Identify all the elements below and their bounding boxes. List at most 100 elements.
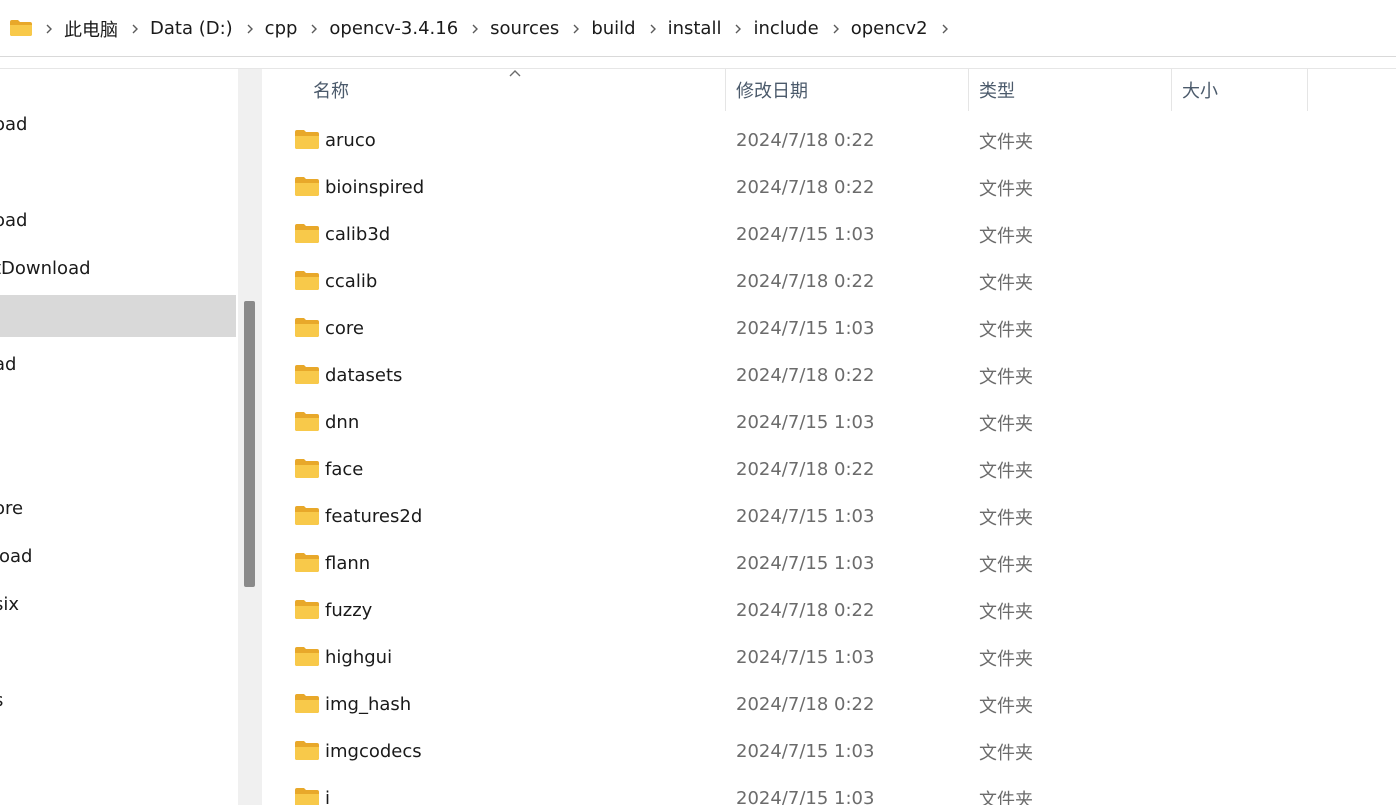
file-modified-date: 2024/7/15 1:03 xyxy=(736,412,875,433)
file-type: 文件夹 xyxy=(979,648,1033,670)
file-name: ccalib xyxy=(325,271,378,292)
chevron-right-icon[interactable] xyxy=(126,0,144,57)
file-row[interactable]: face 2024/7/18 0:22 文件夹 xyxy=(262,446,1396,493)
folder-icon xyxy=(295,130,319,149)
file-row[interactable]: i 2024/7/15 1:03 文件夹 xyxy=(262,775,1396,805)
sort-ascending-icon xyxy=(509,70,521,77)
file-row[interactable]: calib3d 2024/7/15 1:03 文件夹 xyxy=(262,211,1396,258)
file-type: 文件夹 xyxy=(979,554,1033,576)
file-row[interactable]: bioinspired 2024/7/18 0:22 文件夹 xyxy=(262,164,1396,211)
folder-icon xyxy=(295,271,319,290)
file-row[interactable]: flann 2024/7/15 1:03 文件夹 xyxy=(262,540,1396,587)
breadcrumb-item[interactable]: include xyxy=(747,18,826,39)
file-name: calib3d xyxy=(325,224,391,245)
nav-scrollbar-thumb[interactable] xyxy=(244,301,255,587)
file-type: 文件夹 xyxy=(979,178,1033,200)
file-type: 文件夹 xyxy=(979,272,1033,294)
nav-item[interactable]: tDownload xyxy=(0,247,236,289)
file-type: 文件夹 xyxy=(979,601,1033,623)
breadcrumb-item[interactable]: cpp xyxy=(259,18,306,39)
file-modified-date: 2024/7/18 0:22 xyxy=(736,177,875,198)
file-row[interactable]: highgui 2024/7/15 1:03 文件夹 xyxy=(262,634,1396,681)
nav-item-label: ad xyxy=(0,353,17,375)
folder-icon xyxy=(295,741,319,760)
nav-item-label: tDownload xyxy=(0,257,91,279)
column-header-size[interactable]: 大小 xyxy=(1172,69,1308,111)
nav-item[interactable]: oad xyxy=(0,199,236,241)
folder-icon xyxy=(295,647,319,666)
file-name: aruco xyxy=(325,130,376,151)
chevron-right-icon[interactable] xyxy=(936,0,954,57)
column-header-name[interactable]: 名称 xyxy=(262,69,726,111)
nav-item-label: oad xyxy=(0,209,28,231)
column-header-size-label: 大小 xyxy=(1182,81,1218,102)
breadcrumb-item[interactable]: install xyxy=(662,18,730,39)
file-name: img_hash xyxy=(325,694,412,715)
file-name: highgui xyxy=(325,647,393,668)
file-type: 文件夹 xyxy=(979,460,1033,482)
column-header-type[interactable]: 类型 xyxy=(969,69,1172,111)
file-row[interactable]: imgcodecs 2024/7/15 1:03 文件夹 xyxy=(262,728,1396,775)
file-type: 文件夹 xyxy=(979,413,1033,435)
file-name: flann xyxy=(325,553,371,574)
chevron-right-icon[interactable] xyxy=(827,0,845,57)
file-name: dnn xyxy=(325,412,360,433)
column-header-name-label: 名称 xyxy=(313,81,349,102)
chevron-right-icon[interactable] xyxy=(305,0,323,57)
chevron-right-icon[interactable] xyxy=(567,0,585,57)
file-row[interactable]: img_hash 2024/7/18 0:22 文件夹 xyxy=(262,681,1396,728)
file-name: bioinspired xyxy=(325,177,425,198)
file-row[interactable]: ccalib 2024/7/18 0:22 文件夹 xyxy=(262,258,1396,305)
folder-icon xyxy=(295,459,319,478)
file-name: features2d xyxy=(325,506,423,527)
file-row[interactable]: aruco 2024/7/18 0:22 文件夹 xyxy=(262,117,1396,164)
breadcrumb-item[interactable]: 此电脑 xyxy=(58,16,126,42)
breadcrumb-item[interactable]: opencv-3.4.16 xyxy=(323,18,466,39)
file-modified-date: 2024/7/15 1:03 xyxy=(736,506,875,527)
file-type: 文件夹 xyxy=(979,507,1033,529)
file-row[interactable]: fuzzy 2024/7/18 0:22 文件夹 xyxy=(262,587,1396,634)
breadcrumb-item[interactable]: opencv2 xyxy=(845,18,936,39)
breadcrumb-item[interactable]: build xyxy=(585,18,643,39)
file-row[interactable]: core 2024/7/15 1:03 文件夹 xyxy=(262,305,1396,352)
file-type: 文件夹 xyxy=(979,695,1033,717)
file-modified-date: 2024/7/15 1:03 xyxy=(736,741,875,762)
breadcrumb-item[interactable]: Data (D:) xyxy=(144,18,241,39)
file-row[interactable]: datasets 2024/7/18 0:22 文件夹 xyxy=(262,352,1396,399)
folder-icon xyxy=(295,506,319,525)
chevron-right-icon[interactable] xyxy=(466,0,484,57)
file-type: 文件夹 xyxy=(979,131,1033,153)
folder-icon xyxy=(295,694,319,713)
nav-item-label: ore xyxy=(0,497,24,519)
column-header-date[interactable]: 修改日期 xyxy=(726,69,969,111)
column-header-type-label: 类型 xyxy=(979,81,1015,102)
nav-item[interactable]: s xyxy=(0,679,236,721)
folder-icon xyxy=(295,600,319,619)
chevron-right-icon[interactable] xyxy=(644,0,662,57)
file-row[interactable]: dnn 2024/7/15 1:03 文件夹 xyxy=(262,399,1396,446)
chevron-right-icon[interactable] xyxy=(241,0,259,57)
file-modified-date: 2024/7/18 0:22 xyxy=(736,271,875,292)
file-type: 文件夹 xyxy=(979,789,1033,805)
file-modified-date: 2024/7/18 0:22 xyxy=(736,130,875,151)
chevron-right-icon[interactable] xyxy=(729,0,747,57)
nav-item[interactable] xyxy=(0,295,236,337)
file-modified-date: 2024/7/15 1:03 xyxy=(736,318,875,339)
nav-item[interactable]: six xyxy=(0,583,236,625)
nav-item[interactable]: ad xyxy=(0,343,236,385)
file-name: i xyxy=(325,788,331,805)
nav-item[interactable]: oad xyxy=(0,103,236,145)
nav-item[interactable]: ore xyxy=(0,487,236,529)
folder-icon xyxy=(10,20,32,36)
nav-item-label: load xyxy=(0,545,33,567)
address-bar[interactable]: 此电脑 Data (D:) cpp opencv-3.4.16 sources build… xyxy=(0,0,1396,57)
file-modified-date: 2024/7/18 0:22 xyxy=(736,694,875,715)
breadcrumb-item[interactable]: sources xyxy=(484,18,567,39)
nav-item[interactable]: load xyxy=(0,535,236,577)
file-row[interactable]: features2d 2024/7/15 1:03 文件夹 xyxy=(262,493,1396,540)
file-modified-date: 2024/7/15 1:03 xyxy=(736,553,875,574)
folder-icon xyxy=(295,788,319,805)
nav-item-label: oad xyxy=(0,113,28,135)
file-name: face xyxy=(325,459,364,480)
chevron-right-icon[interactable] xyxy=(40,0,58,57)
